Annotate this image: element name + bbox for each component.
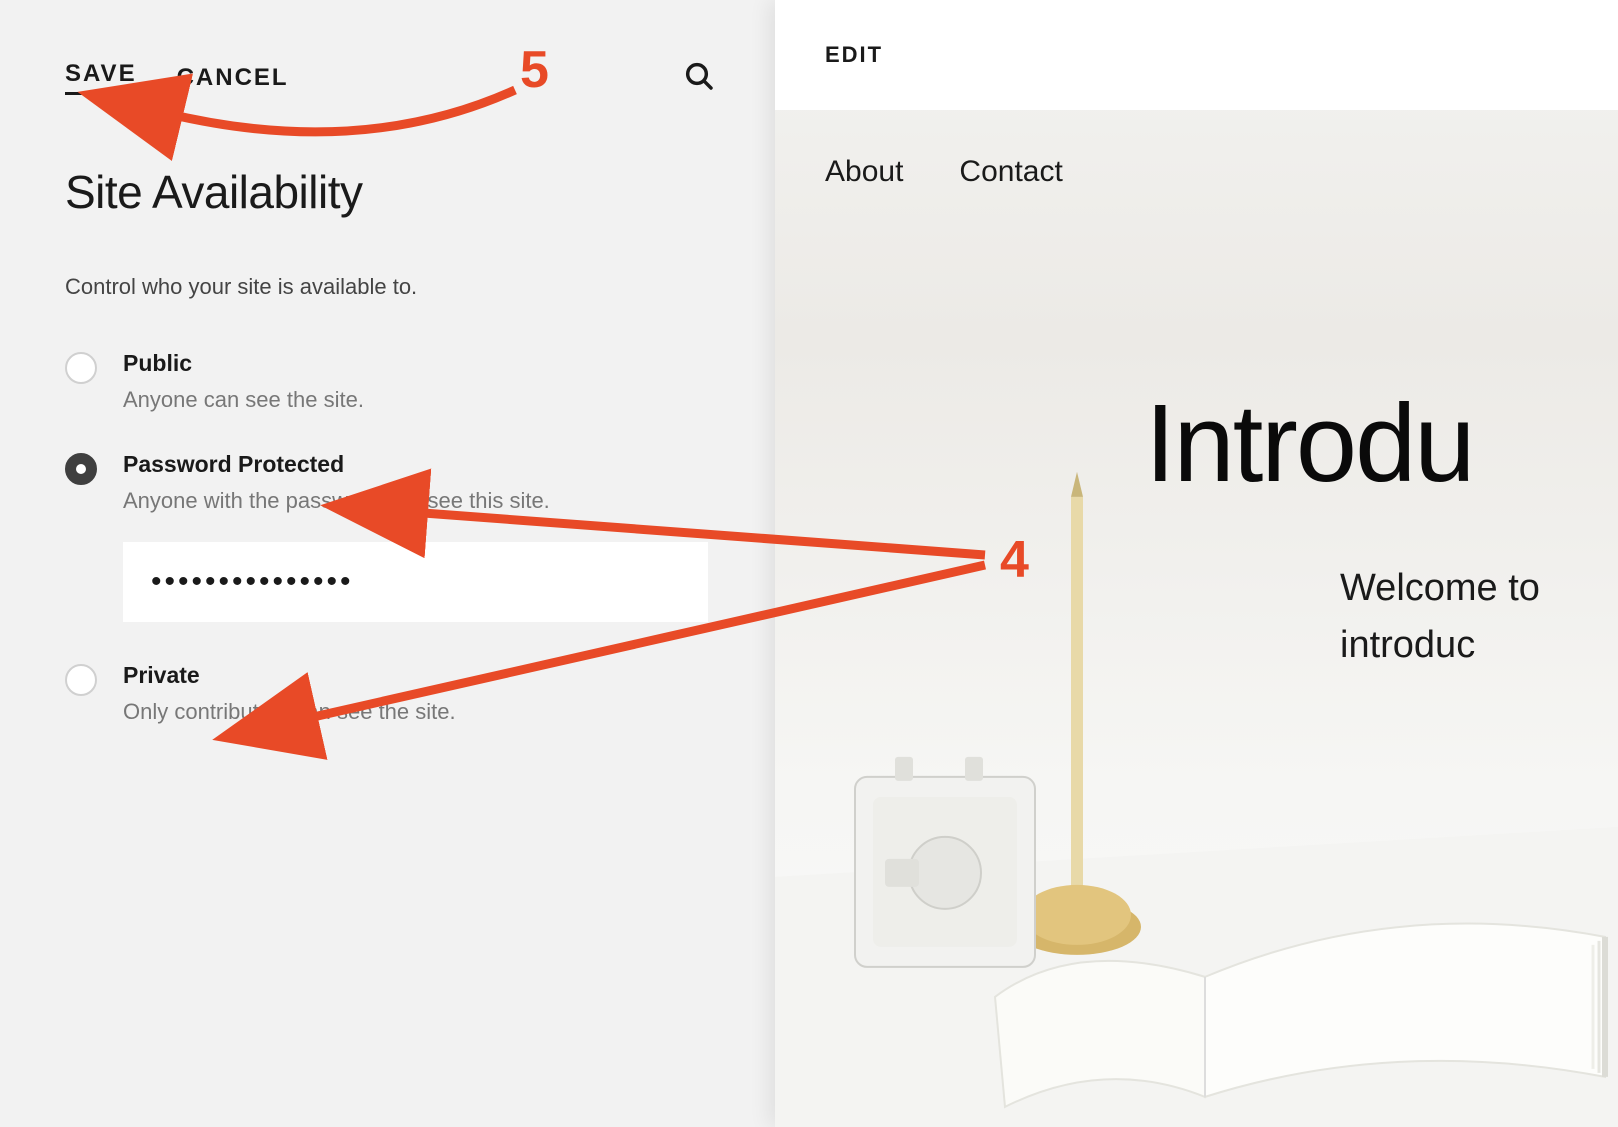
- option-private[interactable]: Private Only contributors can see the si…: [65, 662, 715, 725]
- option-title: Public: [123, 350, 715, 377]
- option-body: Public Anyone can see the site.: [123, 350, 715, 413]
- hero-subtitle: Welcome to introduc: [1340, 560, 1540, 674]
- option-desc: Anyone with the password can see this si…: [123, 488, 715, 514]
- save-button[interactable]: SAVE: [65, 60, 137, 95]
- option-public[interactable]: Public Anyone can see the site.: [65, 350, 715, 413]
- option-title: Private: [123, 662, 715, 689]
- radio-password-protected[interactable]: [65, 453, 97, 485]
- nav-contact[interactable]: Contact: [959, 155, 1062, 189]
- radio-private[interactable]: [65, 664, 97, 696]
- panel-actions: SAVE CANCEL: [65, 60, 715, 95]
- hero-title: Introdu: [1145, 380, 1473, 507]
- hero-sub-line1: Welcome to: [1340, 567, 1540, 609]
- nav-about[interactable]: About: [825, 155, 903, 189]
- password-input[interactable]: •••••••••••••••: [123, 542, 708, 622]
- radio-public[interactable]: [65, 352, 97, 384]
- option-title: Password Protected: [123, 451, 715, 478]
- preview-nav: About Contact: [775, 110, 1618, 189]
- option-body: Private Only contributors can see the si…: [123, 662, 715, 725]
- page-subtitle: Control who your site is available to.: [65, 274, 715, 300]
- settings-panel: SAVE CANCEL Site Availability Control wh…: [0, 0, 775, 1127]
- hero-sub-line2: introduc: [1340, 624, 1475, 666]
- option-password-protected[interactable]: Password Protected Anyone with the passw…: [65, 451, 715, 514]
- site-preview: EDIT About Contact Introdu Welcome to i: [775, 0, 1618, 1127]
- search-icon[interactable]: [683, 60, 715, 97]
- edit-button[interactable]: EDIT: [825, 42, 883, 68]
- cancel-button[interactable]: CANCEL: [177, 64, 289, 92]
- page-title: Site Availability: [65, 165, 715, 219]
- option-desc: Only contributors can see the site.: [123, 699, 715, 725]
- preview-toolbar: EDIT: [775, 0, 1618, 110]
- option-desc: Anyone can see the site.: [123, 387, 715, 413]
- option-body: Password Protected Anyone with the passw…: [123, 451, 715, 514]
